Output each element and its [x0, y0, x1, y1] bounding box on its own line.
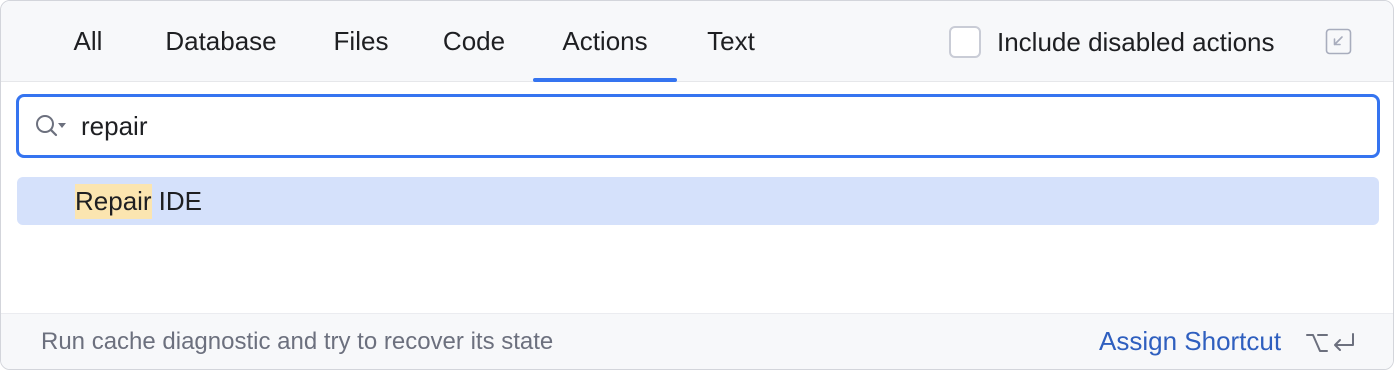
search-input[interactable] [81, 106, 1281, 146]
assign-shortcut-link[interactable]: Assign Shortcut [1099, 326, 1281, 357]
result-rest-text: IDE [158, 185, 202, 216]
tab-text[interactable]: Text [691, 1, 771, 82]
include-disabled-toggle[interactable]: Include disabled actions [949, 25, 1275, 59]
tab-label: All [73, 26, 103, 56]
search-with-dropdown-icon[interactable] [33, 111, 69, 141]
tab-database[interactable]: Database [153, 1, 289, 82]
footer-bar: Run cache diagnostic and try to recover … [1, 313, 1393, 369]
tab-label: Text [707, 26, 755, 56]
tab-actions[interactable]: Actions [533, 1, 677, 82]
tab-label: Actions [562, 26, 648, 56]
include-disabled-checkbox[interactable] [949, 26, 981, 58]
option-enter-icon [1305, 330, 1357, 356]
tab-code[interactable]: Code [429, 1, 519, 82]
result-match-text: Repair [75, 183, 152, 219]
search-field [16, 94, 1380, 158]
search-everywhere-popup: All Database Files Code Actions Text Inc… [0, 0, 1394, 370]
selected-tab-indicator [533, 78, 677, 82]
result-item[interactable]: Repair IDE [17, 177, 1379, 225]
open-in-tool-window-icon[interactable] [1325, 28, 1352, 55]
tab-all[interactable]: All [57, 1, 119, 82]
action-description: Run cache diagnostic and try to recover … [41, 328, 554, 355]
include-disabled-label: Include disabled actions [997, 26, 1275, 57]
tab-label: Database [165, 26, 277, 56]
tab-label: Code [442, 26, 506, 56]
tab-files[interactable]: Files [321, 1, 401, 82]
tab-label: Files [333, 26, 389, 56]
tabs-header: All Database Files Code Actions Text Inc… [1, 1, 1393, 82]
